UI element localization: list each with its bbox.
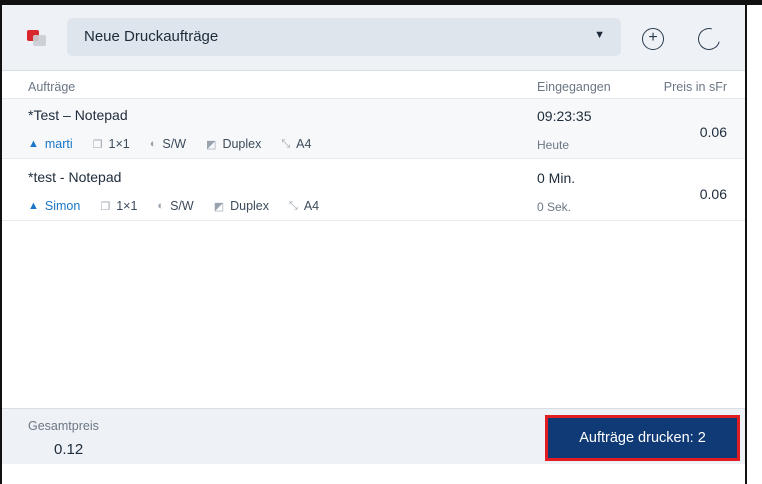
panel-header: Neue Druckaufträge ▼ + <box>2 5 745 71</box>
print-jobs-panel: Neue Druckaufträge ▼ + Aufträge Eingegan… <box>2 5 745 484</box>
total-price-value: 0.12 <box>54 441 84 458</box>
job-user[interactable]: Simon <box>45 199 80 213</box>
pages-icon: ❐ <box>100 200 111 213</box>
column-jobs: Aufträge <box>28 80 76 94</box>
job-price: 0.06 <box>699 186 727 202</box>
print-jobs-button[interactable]: Aufträge drucken: 2 <box>545 415 740 461</box>
column-price: Preis in sFr <box>663 80 727 94</box>
duplex-icon: ◩ <box>213 200 225 213</box>
pages-icon: ❐ <box>92 138 103 151</box>
job-meta: ▲ Simon ❐ 1×1 ◐ S/W ◩ Duplex ⤡ A4 <box>28 199 339 213</box>
job-format: A4 <box>296 137 312 151</box>
chevron-down-icon: ▼ <box>594 29 605 41</box>
column-received: Eingegangen <box>537 80 611 94</box>
user-icon: ▲ <box>28 138 39 150</box>
refresh-icon[interactable] <box>693 23 725 55</box>
window-right-border <box>745 0 747 484</box>
job-pages: 1×1 <box>116 199 138 213</box>
job-duplex: Duplex <box>222 137 262 151</box>
job-color: S/W <box>170 199 194 213</box>
plus-circle-icon[interactable]: + <box>642 28 664 50</box>
queue-select-value: Neue Druckaufträge <box>84 28 219 45</box>
job-day: Heute <box>537 138 570 152</box>
table-row[interactable]: *Test – Notepad ▲ marti ❐ 1×1 ◐ S/W ◩ Du… <box>2 99 745 159</box>
paper-format-icon: ⤡ <box>289 199 298 212</box>
user-icon: ▲ <box>28 200 39 212</box>
queue-select[interactable]: Neue Druckaufträge ▼ <box>67 18 621 56</box>
table-header: Aufträge Eingegangen Preis in sFr <box>2 71 745 99</box>
job-price: 0.06 <box>699 124 727 140</box>
job-time: 0 Min. <box>537 170 576 186</box>
job-time: 09:23:35 <box>537 108 592 124</box>
job-duplex: Duplex <box>230 199 270 213</box>
job-name: *test - Notepad <box>28 169 122 185</box>
job-format: A4 <box>303 199 320 213</box>
job-pages: 1×1 <box>108 137 130 151</box>
panel-footer: Gesamtpreis 0.12 Aufträge drucken: 2 <box>2 408 745 464</box>
color-mode-icon: ◐ <box>157 200 165 212</box>
job-name: *Test – Notepad <box>28 107 128 123</box>
job-day: 0 Sek. <box>537 200 572 214</box>
table-row[interactable]: *test - Notepad ▲ Simon ❐ 1×1 ◐ S/W ◩ Du… <box>2 161 745 221</box>
job-user[interactable]: marti <box>45 137 73 151</box>
job-meta: ▲ marti ❐ 1×1 ◐ S/W ◩ Duplex ⤡ A4 <box>28 137 331 151</box>
duplex-icon: ◩ <box>206 138 217 151</box>
job-color: S/W <box>162 137 187 151</box>
total-price-label: Gesamtpreis <box>28 419 99 433</box>
paper-format-icon: ⤡ <box>281 137 291 150</box>
app-logo <box>27 30 47 46</box>
color-mode-icon: ◐ <box>149 138 157 150</box>
